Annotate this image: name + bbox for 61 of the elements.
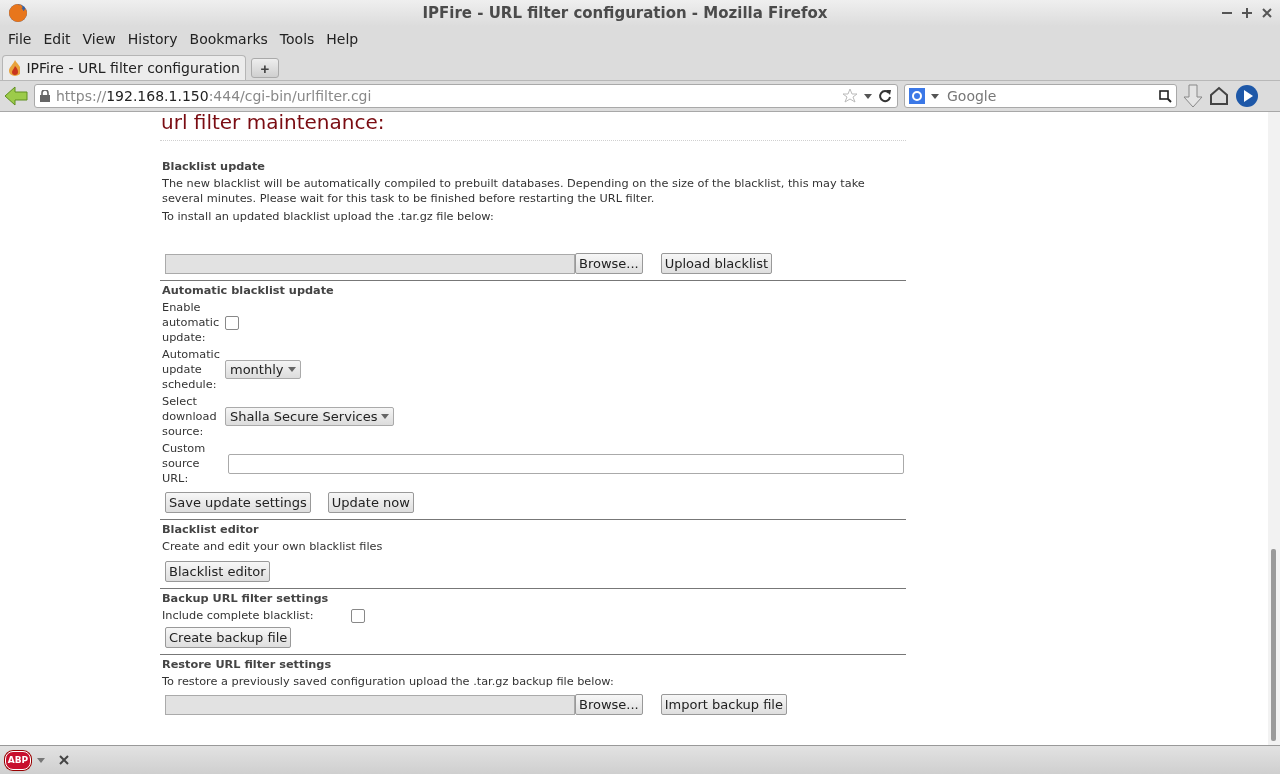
dropdown-caret-icon[interactable] [931,93,939,99]
checkbox[interactable] [225,315,239,330]
reload-icon[interactable] [878,89,892,103]
close-icon[interactable] [1262,8,1272,18]
page-heading: url filter maintenance: [160,112,906,141]
flame-icon [8,60,21,76]
dropdown[interactable]: Shalla Secure Services [225,407,395,426]
checkbox[interactable] [351,608,366,623]
menu-item[interactable]: File [2,31,38,47]
maximize-icon[interactable] [1242,8,1252,18]
action-button[interactable]: Save update settings [165,492,311,513]
action-button[interactable]: Create backup file [165,627,292,648]
window-title: IPFire - URL filter configuration - Mozilla Firefox [421,4,829,22]
play-icon[interactable] [1235,84,1259,108]
dropdown[interactable]: monthly [225,360,301,379]
download-arrow-icon[interactable] [1183,84,1203,108]
section-title: Automatic blacklist update [162,283,335,298]
star-icon[interactable] [842,88,858,104]
field-label: Custom source URL: [162,441,207,486]
address-bar[interactable]: https://192.168.1.150:444/cgi-bin/urlfilter.cgi [34,84,898,108]
search-engine-icon[interactable] [909,88,925,104]
file-path-field[interactable] [165,694,575,715]
padlock-icon [40,90,50,102]
section-title: Restore URL filter settings [162,657,333,672]
dropdown-caret-icon[interactable] [864,93,872,99]
adblock-icon[interactable]: ABP [5,750,31,770]
action-button[interactable]: Blacklist editor [165,561,270,582]
field-label: Automatic update schedule: [162,347,221,392]
section-title: Blacklist update [162,159,267,174]
section-title: Blacklist editor [162,522,260,537]
description-text: Create and edit your own blacklist files [162,539,384,554]
search-bar[interactable]: Google [904,84,1177,108]
action-button[interactable]: Update now [327,492,414,513]
section-title: Backup URL filter settings [162,591,330,606]
menu-item[interactable]: Tools [273,31,321,47]
file-path-field[interactable] [165,253,575,274]
description-text: The new blacklist will be automatically compiled to prebuilt databases. Depending on the size of the blacklist, this may take several minutes. Please wait for this task to be finished before restarting the URL filter. [162,176,866,206]
upload-button[interactable]: Upload blacklist [660,253,773,274]
upload-button[interactable]: Import backup file [660,694,787,715]
menu-item[interactable]: History [121,31,184,47]
field-label: Include complete blacklist: [162,608,314,623]
description-text: To install an updated blacklist upload the .tar.gz file below: [162,209,495,224]
dropdown-caret-icon [287,367,296,372]
menu-item[interactable]: Help [320,31,365,47]
menu-item[interactable]: View [76,31,122,47]
close-icon[interactable] [59,755,69,765]
browser-tab[interactable]: IPFire - URL filter configuration [2,55,246,80]
field-label: Select download source: [162,394,218,439]
description-text: To restore a previously saved configuration upload the .tar.gz backup file below: [162,674,615,689]
home-icon[interactable] [1209,86,1229,106]
dropdown-caret-icon [381,414,390,419]
url-input-field[interactable] [228,453,904,474]
search-icon[interactable] [1159,89,1172,103]
new-tab-button[interactable]: + [251,58,279,78]
dropdown-caret-icon[interactable] [37,757,45,763]
menu-item[interactable]: Bookmarks [183,31,274,47]
menu-item[interactable]: Edit [37,31,77,47]
browse-button[interactable]: Browse... [575,253,643,274]
browse-button[interactable]: Browse... [575,694,643,715]
back-arrow-icon[interactable] [4,86,28,106]
field-label: Enable automatic update: [162,300,221,345]
